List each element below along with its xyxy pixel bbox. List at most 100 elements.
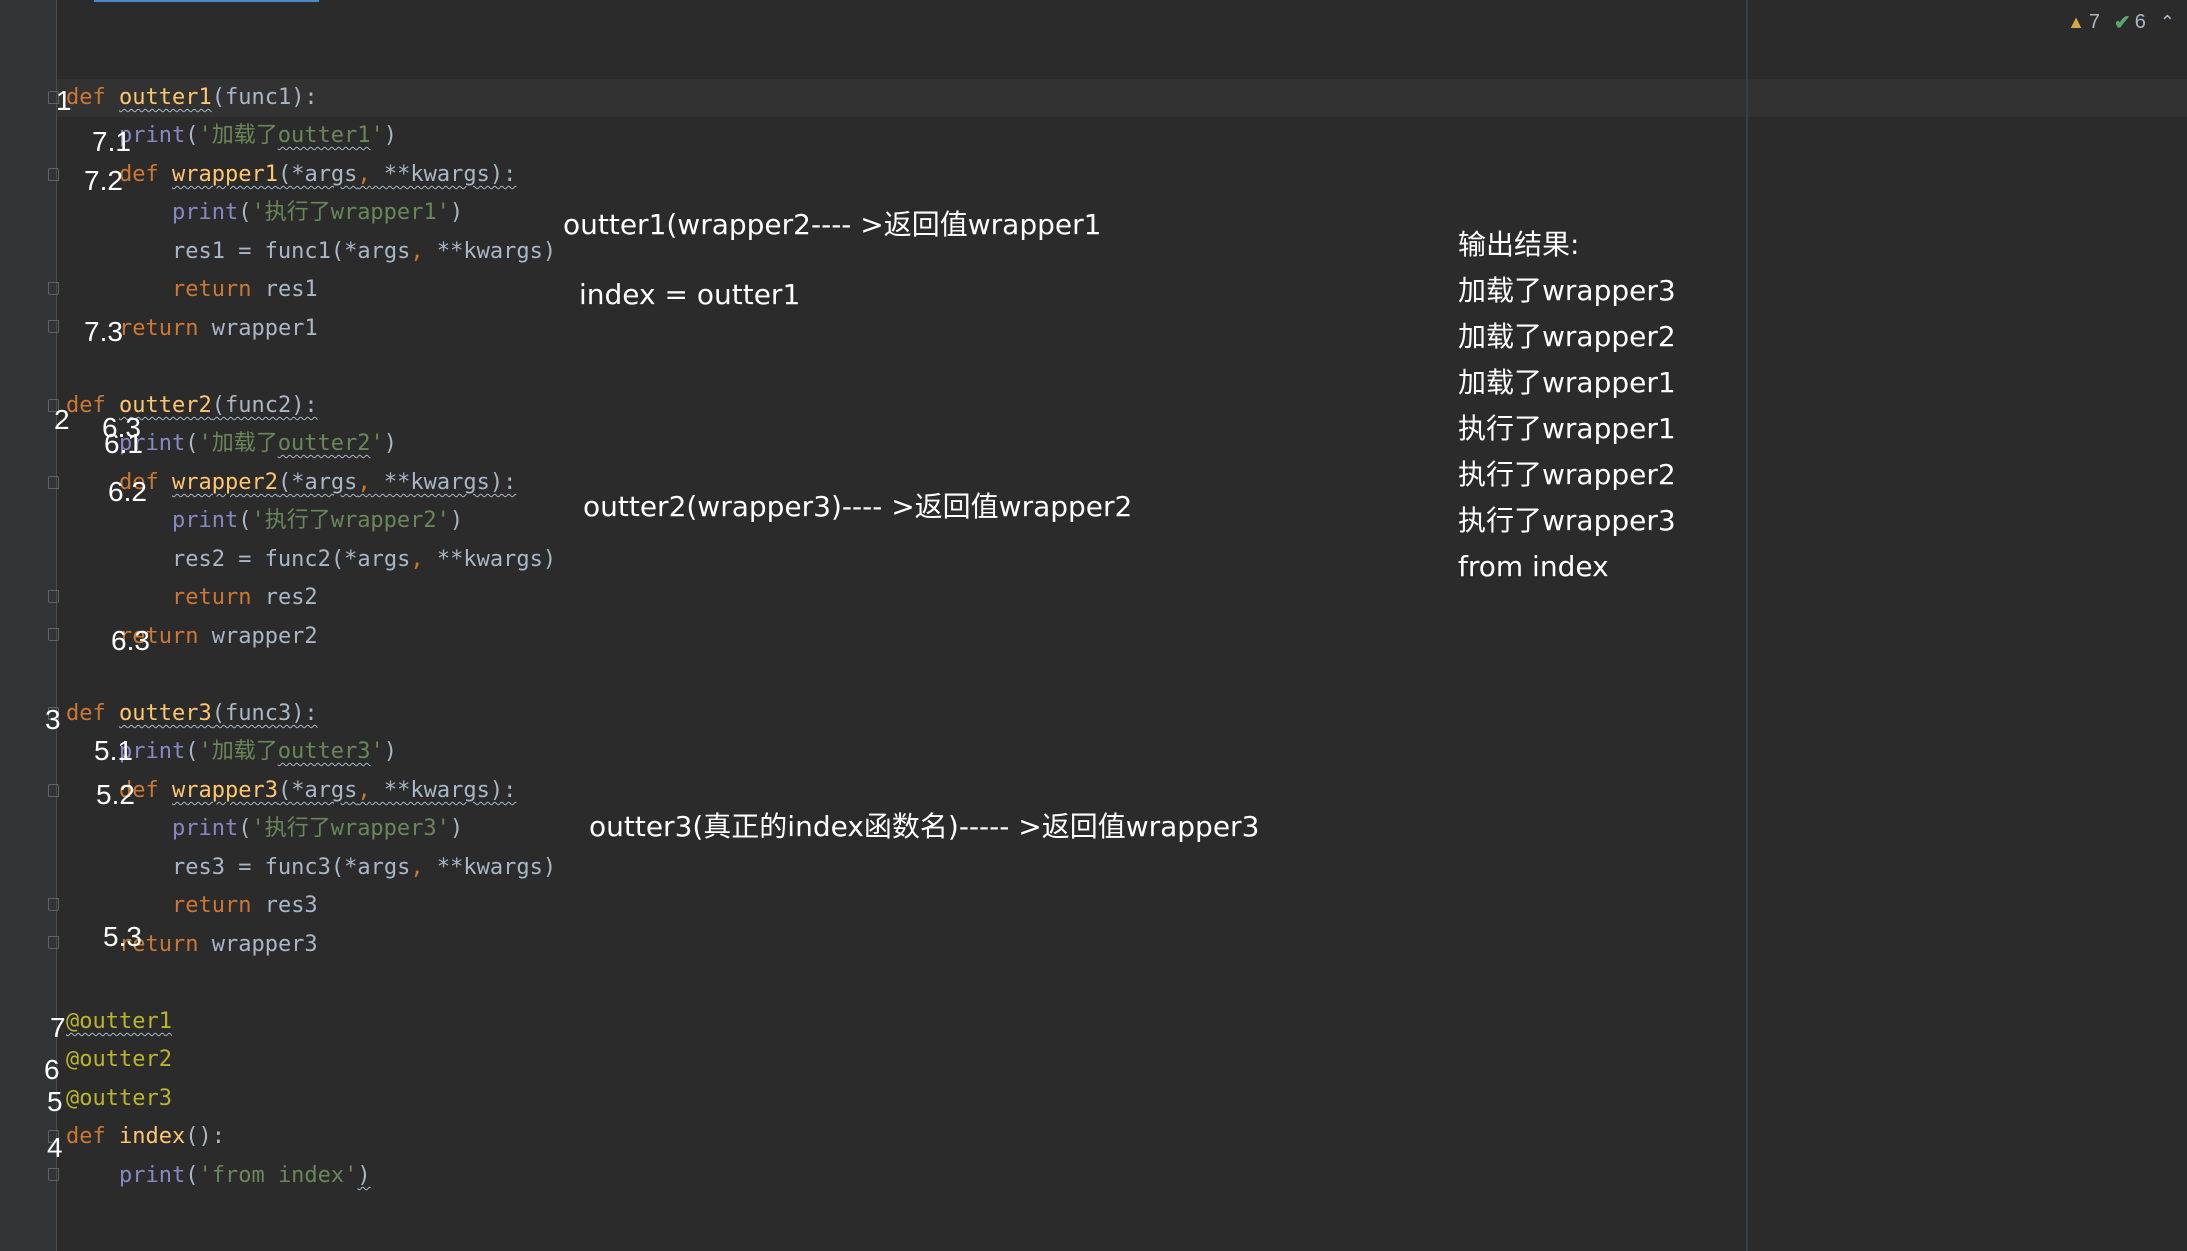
- code-text: ): [357, 1163, 371, 1188]
- code-text: **kwargs): [423, 855, 557, 880]
- code-line-14[interactable]: return res2: [66, 579, 318, 617]
- output-line: 加载了wrapper2: [1458, 320, 1676, 353]
- fold-end-marker[interactable]: [48, 898, 59, 911]
- function-name: wrapper3: [171, 778, 278, 803]
- code-line-26[interactable]: @outter2: [66, 1041, 172, 1079]
- code-text: res3 = func3(*args: [171, 855, 411, 880]
- step-label: 7: [50, 1012, 66, 1043]
- step-label: 3: [45, 704, 61, 735]
- keyword-def: def: [118, 162, 159, 187]
- keyword-def: def: [66, 393, 106, 418]
- code-text: wrapper2: [198, 624, 318, 649]
- builtin-print: print: [118, 1163, 186, 1188]
- right-margin-guide: [1746, 0, 1748, 1251]
- fold-end-marker[interactable]: [48, 282, 59, 295]
- fold-marker[interactable]: [48, 168, 59, 181]
- string-literal: '执行了wrapper3': [251, 816, 450, 841]
- code-line-5[interactable]: res1 = func1(*args, **kwargs): [66, 233, 556, 271]
- fold-end-marker[interactable]: [48, 1168, 59, 1181]
- step-label: 5: [47, 1086, 63, 1117]
- code-line-22[interactable]: return res3: [66, 887, 318, 925]
- code-line-3[interactable]: def wrapper1(*args, **kwargs):: [66, 156, 516, 194]
- function-name: wrapper1: [171, 162, 278, 187]
- code-line-28[interactable]: def index():: [66, 1118, 225, 1156]
- code-text: ): [383, 123, 397, 148]
- current-line-highlight: [57, 79, 2187, 117]
- code-text: **kwargs):: [370, 778, 517, 803]
- fold-marker[interactable]: [48, 476, 59, 489]
- warning-triangle-icon: ▲: [2067, 12, 2085, 32]
- string-literal: '加载了: [198, 123, 278, 148]
- keyword-return: return: [171, 585, 252, 610]
- code-text: **kwargs): [423, 239, 557, 264]
- fold-end-marker[interactable]: [48, 320, 59, 333]
- code-text: ,: [357, 470, 371, 495]
- code-text: ): [449, 200, 464, 225]
- code-line-15[interactable]: return wrapper2: [66, 618, 318, 656]
- code-text: ): [449, 816, 464, 841]
- code-line-17[interactable]: def outter3(func3):: [66, 695, 318, 733]
- code-text: res1: [251, 277, 318, 302]
- fold-end-marker[interactable]: [48, 936, 59, 949]
- code-line-4[interactable]: print('执行了wrapper1'): [66, 194, 463, 232]
- annotation-outter1: outter1(wrapper2---- >返回值wrapper1: [563, 208, 1102, 241]
- inspection-status[interactable]: ▲ 7 ✔ 6 ⌃: [2067, 10, 2175, 35]
- string-literal: outter1: [277, 123, 371, 148]
- keyword-def: def: [66, 85, 106, 110]
- decorator: @outter2: [66, 1047, 172, 1072]
- function-name: outter3: [119, 701, 212, 726]
- code-text: wrapper1: [198, 316, 318, 341]
- fold-end-marker[interactable]: [48, 628, 59, 641]
- step-label: 5.2: [96, 779, 135, 810]
- check-icon: ✔: [2114, 12, 2131, 34]
- function-name: outter1: [119, 85, 212, 110]
- code-text: (: [185, 123, 199, 148]
- string-literal: ': [370, 739, 384, 764]
- decorator: @outter1: [66, 1009, 172, 1034]
- code-text: (: [185, 739, 199, 764]
- code-text: (func1):: [211, 85, 318, 110]
- warnings-indicator[interactable]: ▲ 7: [2067, 11, 2100, 34]
- code-line-20[interactable]: print('执行了wrapper3'): [66, 810, 463, 848]
- fold-marker[interactable]: [48, 784, 59, 797]
- fold-end-marker[interactable]: [48, 590, 59, 603]
- code-text: (*args: [277, 778, 358, 803]
- step-label: 7.2: [84, 165, 123, 196]
- output-line: 执行了wrapper3: [1458, 504, 1676, 537]
- code-text: res2 = func2(*args: [171, 547, 411, 572]
- keyword-return: return: [171, 277, 252, 302]
- code-line-27[interactable]: @outter3: [66, 1080, 172, 1118]
- step-label: 5.3: [103, 921, 142, 952]
- code-line-29[interactable]: print('from index'): [66, 1157, 371, 1195]
- keyword-return: return: [171, 893, 252, 918]
- step-label: 6: [44, 1054, 60, 1085]
- code-line-13[interactable]: res2 = func2(*args, **kwargs): [66, 541, 556, 579]
- code-line-25[interactable]: @outter1: [66, 1003, 172, 1041]
- code-text: ,: [357, 162, 371, 187]
- code-line-6[interactable]: return res1: [66, 271, 318, 309]
- annotation-index-assign: index = outter1: [579, 278, 801, 311]
- code-text: **kwargs):: [370, 470, 517, 495]
- code-text: ,: [410, 855, 424, 880]
- checks-indicator[interactable]: ✔ 6: [2114, 10, 2146, 35]
- code-text: (func3):: [211, 701, 318, 726]
- code-line-21[interactable]: res3 = func3(*args, **kwargs): [66, 849, 556, 887]
- output-title: 输出结果:: [1458, 228, 1580, 261]
- code-text: (: [238, 200, 252, 225]
- builtin-print: print: [171, 816, 239, 841]
- string-literal: '加载了: [198, 431, 278, 456]
- string-literal: '加载了: [198, 739, 278, 764]
- code-text: ): [383, 739, 397, 764]
- builtin-print: print: [171, 200, 239, 225]
- output-line: 加载了wrapper3: [1458, 274, 1676, 307]
- step-label: 1: [56, 85, 72, 116]
- annotation-outter2: outter2(wrapper3)---- >返回值wrapper2: [583, 490, 1133, 523]
- code-line-1[interactable]: def outter1(func1):: [66, 79, 318, 117]
- code-text: **kwargs): [423, 547, 557, 572]
- step-label: 6.3: [111, 625, 150, 656]
- code-line-12[interactable]: print('执行了wrapper2'): [66, 502, 463, 540]
- chevron-up-icon[interactable]: ⌃: [2160, 12, 2175, 33]
- builtin-print: print: [171, 508, 239, 533]
- code-text: ): [449, 508, 464, 533]
- function-name: index: [119, 1124, 186, 1149]
